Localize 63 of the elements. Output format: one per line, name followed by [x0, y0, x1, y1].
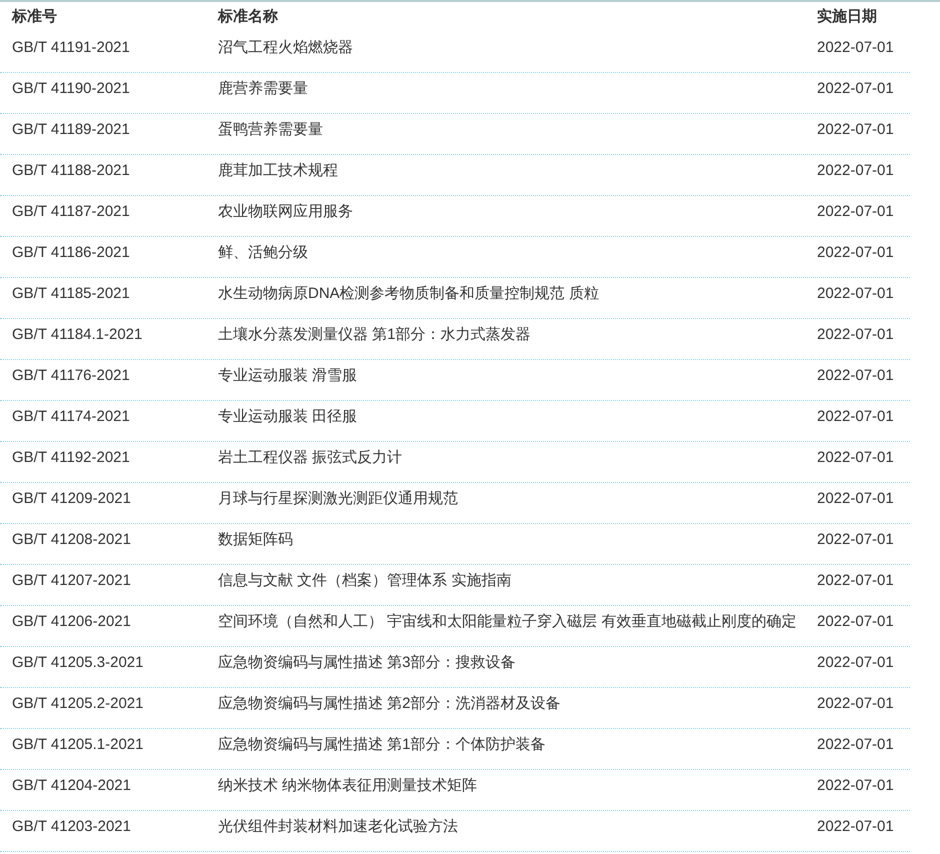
- table-cell-text: 鹿茸加工技术规程: [218, 161, 339, 181]
- table-cell-text: GB/T 41190-2021: [12, 79, 131, 99]
- table-cell-text: 2022-07-01: [817, 407, 894, 427]
- column-header: 实施日期: [817, 6, 877, 27]
- table-cell-text: GB/T 41186-2021: [12, 243, 131, 263]
- table-cell-text: 2022-07-01: [817, 489, 894, 509]
- table-cell-text: GB/T 41208-2021: [12, 530, 132, 550]
- table-cell-text: GB/T 41174-2021: [12, 407, 131, 427]
- table-cell-text: 2022-07-01: [817, 530, 894, 550]
- table-cell-text: 农业物联网应用服务: [218, 202, 354, 222]
- table-cell-text: 2022-07-01: [817, 366, 894, 386]
- table-cell-text: GB/T 41205.1-2021: [12, 735, 144, 755]
- table-cell-text: 2022-07-01: [817, 817, 894, 837]
- table-cell-text: 2022-07-01: [817, 161, 894, 181]
- table-cell-text: 沼气工程火焰燃烧器: [218, 38, 354, 58]
- table-cell-text: 应急物资编码与属性描述 第3部分：搜救设备: [218, 653, 517, 673]
- table-cell-text: GB/T 41176-2021: [12, 366, 131, 386]
- table-cell-text: GB/T 41187-2021: [12, 202, 131, 222]
- table-cell-text: 专业运动服装 田径服: [218, 407, 358, 427]
- table-cell-text: 专业运动服装 滑雪服: [218, 366, 358, 386]
- table-cell-text: GB/T 41207-2021: [12, 571, 132, 591]
- table-cell-text: 信息与文献 文件（档案）管理体系 实施指南: [218, 571, 512, 591]
- table-cell-text: 2022-07-01: [817, 653, 894, 673]
- table-cell-text: 2022-07-01: [817, 612, 894, 632]
- table-cell-text: 2022-07-01: [817, 571, 894, 591]
- table-cell-text: 2022-07-01: [817, 448, 894, 468]
- table-cell-text: GB/T 41205.3-2021: [12, 653, 144, 673]
- table-cell-text: 空间环境（自然和人工） 宇宙线和太阳能量粒子穿入磁层 有效垂直地磁截止刚度的确定: [218, 612, 798, 632]
- table-cell-text: 应急物资编码与属性描述 第1部分：个体防护装备: [218, 735, 547, 755]
- table-cell-text: 数据矩阵码: [218, 530, 294, 550]
- table-cell-text: 光伏组件封装材料加速老化试验方法: [218, 817, 459, 837]
- table-cell-text: GB/T 41185-2021: [12, 284, 131, 304]
- column-header: 标准名称: [218, 6, 279, 27]
- table-cell-text: 2022-07-01: [817, 38, 894, 58]
- table-cell-text: GB/T 41205.2-2021: [12, 694, 144, 714]
- table-cell-text: 2022-07-01: [817, 202, 894, 222]
- table-cell-text: 岩土工程仪器 振弦式反力计: [218, 448, 404, 468]
- table-cell-text: 水生动物病原DNA检测参考物质制备和质量控制规范 质粒: [218, 284, 600, 304]
- table-cell-text: GB/T 41206-2021: [12, 612, 132, 632]
- table-cell-text: 2022-07-01: [817, 325, 894, 345]
- table-cell-text: 应急物资编码与属性描述 第2部分：洗消器材及设备: [218, 694, 562, 714]
- table-cell-text: 2022-07-01: [817, 243, 894, 263]
- table-cell-text: 鲜、活鲍分级: [218, 243, 309, 263]
- table-cell-text: GB/T 41191-2021: [12, 38, 131, 58]
- table-cell-text: GB/T 41204-2021: [12, 776, 132, 796]
- table-cell-text: 2022-07-01: [817, 284, 894, 304]
- table-cell-text: 土壤水分蒸发测量仪器 第1部分：水力式蒸发器: [218, 325, 532, 345]
- table-cell-text: 月球与行星探测激光测距仪通用规范: [218, 489, 459, 509]
- column-header: 标准号: [12, 6, 58, 27]
- table-cell-text: 鹿营养需要量: [218, 79, 309, 99]
- table-cell-text: 2022-07-01: [817, 79, 894, 99]
- table-cell-text: GB/T 41192-2021: [12, 448, 131, 468]
- table-cell-text: 2022-07-01: [817, 735, 894, 755]
- table-cell-text: GB/T 41189-2021: [12, 120, 131, 140]
- table-cell-text: 2022-07-01: [817, 694, 894, 714]
- table-cell-text: 纳米技术 纳米物体表征用测量技术矩阵: [218, 776, 478, 796]
- table-cell-text: 2022-07-01: [817, 120, 894, 140]
- table-cell-text: 蛋鸭营养需要量: [218, 120, 324, 140]
- table-cell-text: GB/T 41209-2021: [12, 489, 132, 509]
- table-cell-text: GB/T 41188-2021: [12, 161, 131, 181]
- table-cell-text: GB/T 41203-2021: [12, 817, 132, 837]
- table-cell-text: GB/T 41184.1-2021: [12, 325, 144, 345]
- table-cell-text: 2022-07-01: [817, 776, 894, 796]
